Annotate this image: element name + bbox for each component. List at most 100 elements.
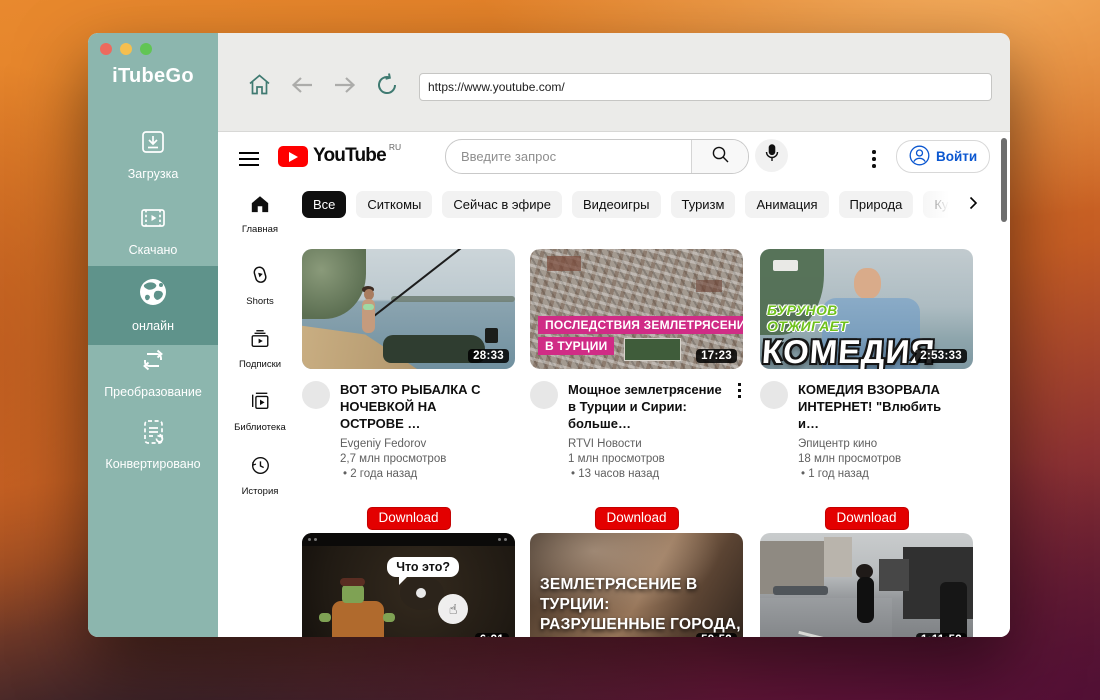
chip-animation[interactable]: Анимация <box>745 191 828 218</box>
home-icon[interactable] <box>246 71 273 103</box>
nav-home[interactable]: Главная <box>218 194 302 235</box>
category-chips: Все Ситкомы Сейчас в эфире Видеоигры Тур… <box>302 191 960 219</box>
search-button[interactable] <box>691 140 748 173</box>
nav-subscriptions[interactable]: Подписки <box>218 328 302 370</box>
channel-avatar[interactable] <box>302 381 330 409</box>
art-shape <box>340 578 365 586</box>
video-title[interactable]: Мощное землетрясение в Турции и Сирии: б… <box>568 381 728 432</box>
sidebar-item-online[interactable]: онлайн <box>88 266 218 345</box>
chip-nature[interactable]: Природа <box>839 191 914 218</box>
art-shape <box>391 296 515 302</box>
video-title[interactable]: ВОТ ЭТО РЫБАЛКА С НОЧЕВКОЙ НА ОСТРОВЕ … <box>340 381 500 432</box>
more-options-icon[interactable] <box>868 146 880 172</box>
video-thumbnail[interactable]: 1:11:52 <box>760 533 973 637</box>
nav-shorts[interactable]: Shorts <box>218 263 302 307</box>
video-card: Download Что это? ☝ 6:21 <box>302 507 515 637</box>
download-button[interactable]: Download <box>366 507 450 530</box>
forward-icon[interactable] <box>331 73 359 102</box>
nav-history[interactable]: История <box>218 454 302 497</box>
channel-avatar[interactable] <box>530 381 558 409</box>
youtube-page: YouTube RU <box>218 132 1010 637</box>
sidebar-item-label: Скачано <box>88 243 218 257</box>
video-age: • 2 года назад <box>340 468 500 480</box>
voice-search-button[interactable] <box>755 139 788 172</box>
sidebar-item-downloaded[interactable]: Скачано <box>88 203 218 257</box>
video-meta: Мощное землетрясение в Турции и Сирии: б… <box>530 381 743 480</box>
sidebar-item-convert[interactable]: Преобразование <box>88 345 218 399</box>
back-icon[interactable] <box>288 73 316 102</box>
minimize-window-button[interactable] <box>120 43 132 55</box>
video-age: • 1 год назад <box>798 468 958 480</box>
video-thumbnail[interactable]: 28:33 <box>302 249 515 369</box>
art-shape <box>773 586 828 596</box>
sidebar-item-download[interactable]: Загрузка <box>88 127 218 181</box>
microphone-icon <box>764 144 780 167</box>
video-thumbnail[interactable]: БУРУНОВ ОТЖИГАЕТ КОМЕДИЯ 2:53:33 <box>760 249 973 369</box>
art-shape <box>364 289 374 300</box>
thumbnail-caption: ЗЕМЛЕТРЯСЕНИЕ В ТУРЦИИ: РАЗРУШЕННЫЕ ГОРО… <box>540 575 743 637</box>
art-shape <box>696 280 722 292</box>
video-meta: ВОТ ЭТО РЫБАЛКА С НОЧЕВКОЙ НА ОСТРОВЕ … … <box>302 381 515 480</box>
art-shape <box>773 260 799 271</box>
sidebar-item-converted[interactable]: Конвертировано <box>88 417 218 471</box>
zoom-window-button[interactable] <box>140 43 152 55</box>
app-window: iTubeGo Загрузка Скачано <box>88 33 1010 637</box>
video-card: БУРУНОВ ОТЖИГАЕТ КОМЕДИЯ 2:53:33 КОМЕДИЯ… <box>760 249 973 480</box>
channel-name[interactable]: Эпицентр кино <box>798 438 958 450</box>
art-shape <box>624 338 681 360</box>
video-views: 2,7 млн просмотров <box>340 453 500 465</box>
menu-icon[interactable] <box>239 148 259 170</box>
download-button[interactable]: Download <box>824 507 908 530</box>
chip-sitcoms[interactable]: Ситкомы <box>356 191 432 218</box>
channel-name[interactable]: Evgeniy Fedorov <box>340 438 500 450</box>
search-input[interactable] <box>446 140 691 173</box>
nav-library[interactable]: Библиотека <box>218 391 302 433</box>
youtube-logo-text: YouTube <box>313 145 386 167</box>
thumbnail-caption: В ТУРЦИИ <box>538 337 614 355</box>
chip-live[interactable]: Сейчас в эфире <box>442 191 562 218</box>
channel-avatar[interactable] <box>760 381 788 409</box>
art-shape <box>363 304 374 310</box>
youtube-logo[interactable]: YouTube RU <box>278 144 401 167</box>
search-bar <box>445 139 749 174</box>
art-shape <box>857 577 874 623</box>
art-shape <box>302 533 515 546</box>
video-views: 1 млн просмотров <box>568 453 728 465</box>
video-thumbnail[interactable]: ПОСЛЕДСТВИЯ ЗЕМЛЕТРЯСЕНИЯ В ТУРЦИИ 17:23 <box>530 249 743 369</box>
close-window-button[interactable] <box>100 43 112 55</box>
chip-all[interactable]: Все <box>302 191 346 218</box>
thumbnail-caption: БУРУНОВ ОТЖИГАЕТ <box>767 302 848 334</box>
nav-label: Главная <box>218 224 302 235</box>
signin-label: Войти <box>936 149 977 164</box>
art-shape <box>547 256 581 270</box>
chip-tourism[interactable]: Туризм <box>671 191 736 218</box>
channel-name[interactable]: RTVI Новости <box>568 438 728 450</box>
refresh-icon[interactable] <box>374 72 400 103</box>
art-shape <box>332 601 384 637</box>
nav-label: История <box>218 486 302 497</box>
video-age: • 13 часов назад <box>568 468 728 480</box>
chevron-right-icon <box>964 194 982 217</box>
sidebar-item-label: Преобразование <box>88 385 218 399</box>
url-input[interactable] <box>419 73 992 101</box>
signin-button[interactable]: Войти <box>896 140 990 173</box>
art-shape <box>940 582 967 637</box>
download-icon <box>138 144 168 161</box>
video-thumbnail[interactable]: ЗЕМЛЕТРЯСЕНИЕ В ТУРЦИИ: РАЗРУШЕННЫЕ ГОРО… <box>530 533 743 637</box>
video-title[interactable]: КОМЕДИЯ ВЗОРВАЛА ИНТЕРНЕТ! "Влюбить и… <box>798 381 958 432</box>
chips-next-button[interactable] <box>960 192 986 218</box>
app-sidebar: iTubeGo Загрузка Скачано <box>88 33 218 637</box>
download-button[interactable]: Download <box>594 507 678 530</box>
chip-videogames[interactable]: Видеоигры <box>572 191 661 218</box>
search-icon <box>711 145 730 169</box>
chips-fade <box>910 191 962 219</box>
video-options-icon[interactable] <box>738 383 741 398</box>
page-scrollbar[interactable] <box>1001 138 1007 222</box>
sidebar-item-label: онлайн <box>88 319 218 333</box>
video-thumbnail[interactable]: Что это? ☝ 6:21 <box>302 533 515 637</box>
film-icon <box>138 220 168 237</box>
browser-pane: YouTube RU <box>218 33 1010 637</box>
youtube-play-icon <box>278 146 308 167</box>
app-title: iTubeGo <box>88 65 218 88</box>
shorts-icon <box>249 273 271 290</box>
